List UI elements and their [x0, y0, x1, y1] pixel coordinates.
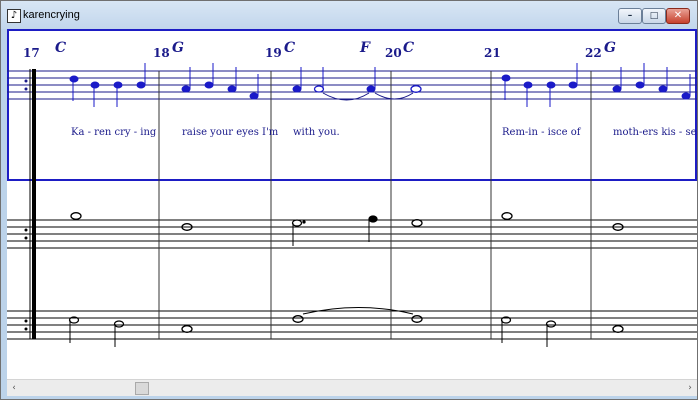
lyric-line: Ka - ren cry - ing — [71, 127, 157, 138]
measure-number: 20 — [385, 46, 402, 60]
lyric-line: Rem-in - isce of — [502, 127, 582, 138]
melody-staff[interactable] — [7, 70, 697, 100]
chord-symbol: C — [284, 40, 295, 56]
close-button[interactable]: ✕ — [666, 8, 690, 24]
horizontal-scrollbar[interactable]: ‹ › — [7, 379, 697, 396]
minimize-icon: – — [627, 11, 633, 21]
minimize-button[interactable]: – — [618, 8, 642, 24]
chord-symbol: C — [403, 40, 414, 56]
score-canvas: 17 18 19 20 21 22 C G C F C G Ka - ren c… — [7, 29, 697, 347]
barlines — [158, 71, 592, 339]
lyric-line: raise your eyes I'm — [182, 127, 279, 138]
measure-number: 22 — [585, 46, 602, 60]
music-note-icon: ♪ — [7, 9, 21, 23]
measure-number: 19 — [265, 46, 282, 60]
harmony-staff[interactable] — [7, 219, 697, 249]
lyric-line: moth-ers kis - se — [613, 127, 697, 138]
chord-symbol: G — [172, 40, 184, 56]
scroll-left-icon[interactable]: ‹ — [7, 380, 21, 396]
bass-staff[interactable] — [7, 310, 697, 340]
lyric-line: with you. — [293, 127, 340, 138]
score-view[interactable]: 17 18 19 20 21 22 C G C F C G Ka - ren c… — [7, 29, 697, 379]
tie — [374, 92, 414, 100]
app-window: ♪ karencrying – □ ✕ 17 18 19 20 21 22 C … — [0, 0, 698, 400]
maximize-button[interactable]: □ — [642, 8, 666, 24]
window-title: karencrying — [23, 9, 80, 21]
measure-number: 17 — [23, 46, 40, 60]
scrollbar-thumb[interactable] — [135, 382, 149, 395]
chord-symbol: C — [55, 40, 66, 56]
chord-symbol: G — [604, 40, 616, 56]
title-bar[interactable]: ♪ karencrying – □ ✕ — [1, 1, 697, 29]
measure-number: 21 — [484, 46, 501, 60]
repeat-barline — [24, 69, 36, 339]
scroll-right-icon[interactable]: › — [683, 380, 697, 396]
maximize-icon: □ — [649, 11, 659, 21]
close-icon: ✕ — [673, 10, 683, 21]
measure-number: 18 — [153, 46, 170, 60]
bass-notes[interactable] — [68, 315, 624, 347]
chord-symbol: F — [359, 40, 371, 56]
